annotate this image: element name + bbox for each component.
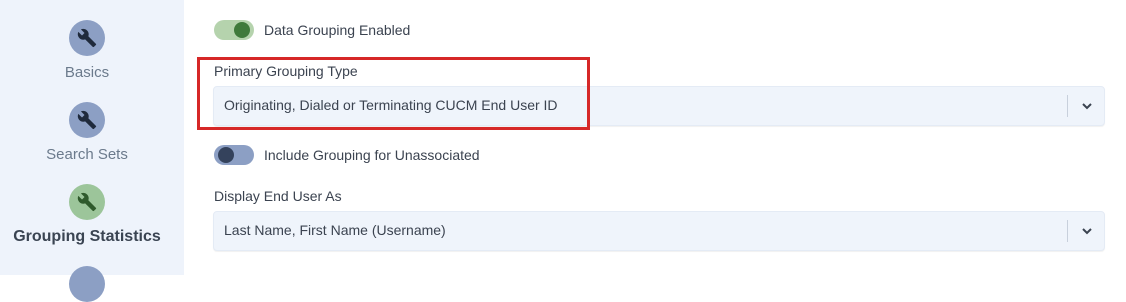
display-end-user-value: Last Name, First Name (Username) [224,222,446,238]
include-unassociated-toggle-row[interactable]: Include Grouping for Unassociated [214,145,480,165]
data-grouping-label: Data Grouping Enabled [264,22,411,38]
select-divider [1067,95,1068,117]
display-end-user-label: Display End User As [214,188,342,204]
step-label: Basics [64,64,110,81]
data-grouping-toggle-row[interactable]: Data Grouping Enabled [214,20,410,40]
wrench-icon [69,102,105,138]
highlight-box [197,57,590,130]
step-next[interactable] [0,266,174,302]
step-basics[interactable]: Basics [0,20,174,81]
chevron-down-icon[interactable] [1080,224,1094,238]
include-unassociated-toggle[interactable] [214,145,254,165]
select-divider [1067,220,1068,242]
wizard-sidebar: Basics Search Sets Grouping Statistics [0,0,184,302]
toggle-knob [218,147,234,163]
step-label: Grouping Statistics [13,228,161,245]
chevron-down-icon[interactable] [1080,99,1094,113]
include-unassociated-label: Include Grouping for Unassociated [264,147,480,163]
grouping-form: Data Grouping Enabled Primary Grouping T… [184,0,1126,275]
step-label: Search Sets [46,146,128,163]
wrench-icon [69,184,105,220]
data-grouping-toggle[interactable] [214,20,254,40]
display-end-user-select[interactable]: Last Name, First Name (Username) [213,211,1105,251]
step-search-sets[interactable]: Search Sets [0,102,174,163]
toggle-knob [234,22,250,38]
wrench-icon [69,20,105,56]
wrench-icon [69,266,105,302]
step-grouping-statistics[interactable]: Grouping Statistics [0,184,174,246]
